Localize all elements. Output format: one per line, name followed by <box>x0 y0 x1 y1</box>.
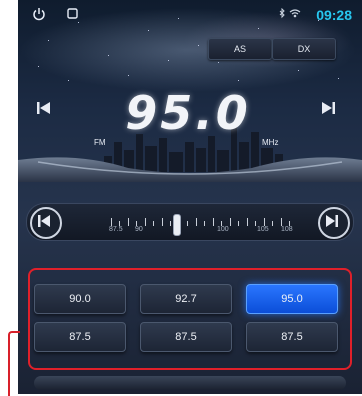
scale-tick <box>204 221 206 226</box>
scale-label-108: 108 <box>281 226 293 233</box>
star <box>48 40 49 41</box>
star <box>168 60 169 61</box>
band-label: FM <box>94 138 106 147</box>
tuning-bar[interactable]: 87.5 90 100 105 108 <box>26 203 354 241</box>
scale-tick <box>272 221 274 226</box>
star <box>38 66 39 67</box>
status-bar: 09:28 <box>18 0 362 28</box>
scale-label-100: 100 <box>217 226 229 233</box>
scale-tick <box>195 218 197 226</box>
star <box>198 45 199 46</box>
star <box>258 28 259 29</box>
scale-tick <box>246 218 248 226</box>
unit-label: MHz <box>262 138 279 147</box>
scale-tick <box>263 218 265 226</box>
preset-button-2[interactable]: 92.7 <box>140 284 232 314</box>
recent-apps-icon[interactable] <box>66 7 79 22</box>
preset-button-3[interactable]: 95.0 <box>246 284 338 314</box>
scale-tick <box>187 221 189 226</box>
star <box>128 75 129 76</box>
preset-button-6[interactable]: 87.5 <box>246 322 338 352</box>
seek-back-button[interactable] <box>30 207 62 239</box>
star <box>68 80 69 81</box>
scale-label-90: 90 <box>135 226 143 233</box>
scale-tick <box>170 221 172 226</box>
star <box>298 70 299 71</box>
scale-tick <box>212 218 214 226</box>
scale-tick <box>280 218 282 226</box>
scale-tick <box>161 218 163 226</box>
tuning-needle[interactable] <box>173 214 182 236</box>
dx-button[interactable]: DX <box>272 38 336 60</box>
bluetooth-wifi-icon <box>278 7 306 22</box>
bottom-bar <box>34 376 346 390</box>
preset-button-5[interactable]: 87.5 <box>140 322 232 352</box>
scale-tick <box>144 218 146 226</box>
scale-label-105: 105 <box>257 226 269 233</box>
star <box>148 30 149 31</box>
scale-tick <box>111 218 112 226</box>
scale-tick <box>238 221 240 226</box>
frequency-display: 95.0 <box>125 86 251 140</box>
star <box>238 80 239 81</box>
scale-tick <box>255 221 257 226</box>
scale-label-87-5: 87.5 <box>109 226 123 233</box>
as-button[interactable]: AS <box>208 38 272 60</box>
preset-button-1[interactable]: 90.0 <box>34 284 126 314</box>
scale-tick <box>229 218 231 226</box>
callout-line <box>8 331 20 396</box>
star <box>338 78 339 79</box>
clock: 09:28 <box>316 7 352 23</box>
power-icon[interactable] <box>32 7 46 23</box>
scale-tick <box>153 221 155 226</box>
star <box>218 62 219 63</box>
preset-button-4[interactable]: 87.5 <box>34 322 126 352</box>
seek-forward-button[interactable] <box>318 207 350 239</box>
star <box>108 55 109 56</box>
scale-tick <box>127 218 129 226</box>
radio-screen: 09:28 AS DX 95.0 FM MHz 87.5 90 100 105 … <box>18 0 362 394</box>
